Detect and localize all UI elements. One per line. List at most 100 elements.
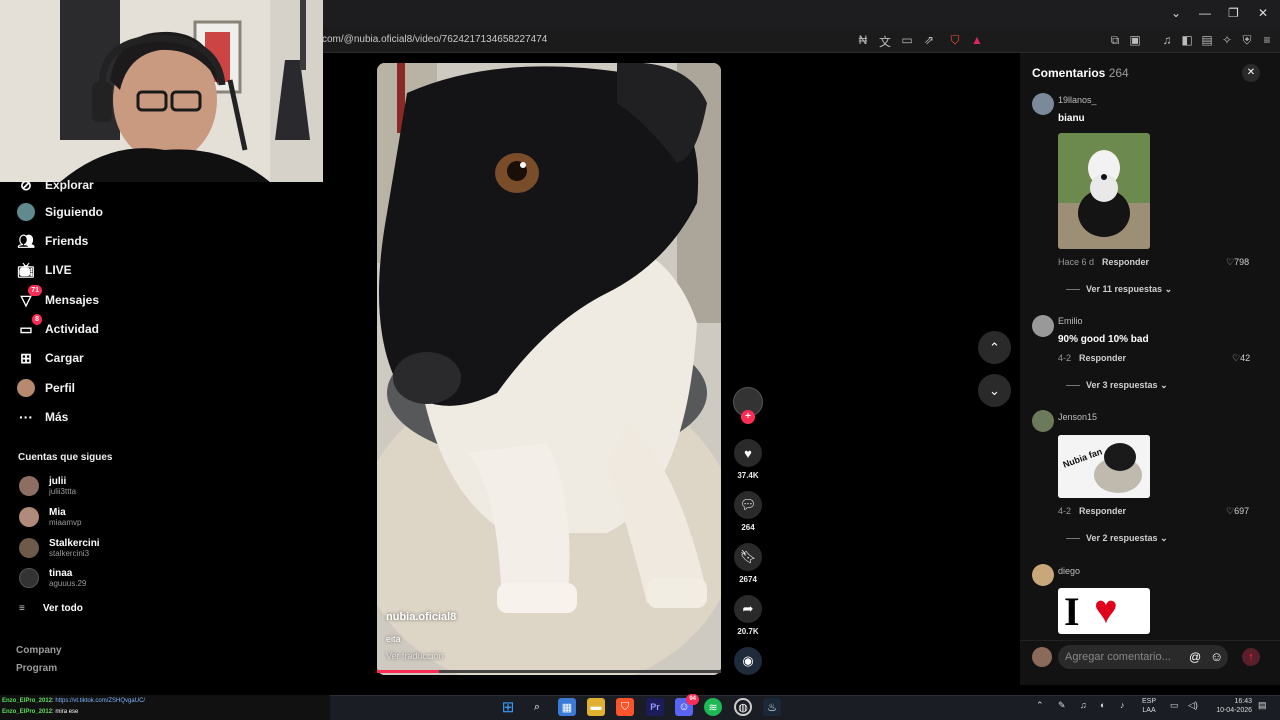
mention-icon[interactable]: @ — [1189, 650, 1201, 664]
extensions-icon[interactable]: ⧉ — [1108, 33, 1122, 48]
url-text[interactable]: com/@nubia.oficial8/video/76242171346582… — [322, 34, 547, 45]
view-replies-button[interactable]: Ver 3 respuestas ⌄ — [1066, 380, 1168, 391]
view-replies-button[interactable]: Ver 2 respuestas ⌄ — [1066, 533, 1168, 544]
footer-link-program[interactable]: Program — [16, 663, 57, 674]
sidebar-item-live[interactable]: 📺︎ LIVE — [17, 261, 72, 279]
sidebar-item-label: Perfil — [45, 381, 76, 395]
screenshot-icon[interactable]: ▣ — [1128, 33, 1142, 47]
notifications-icon[interactable]: ▤ — [1258, 700, 1267, 711]
comment-like-button[interactable]: ♡798 — [1226, 257, 1249, 268]
steam-tray-icon[interactable]: ◐ — [1100, 700, 1105, 710]
brave-rewards-icon[interactable]: ▲ — [970, 33, 984, 47]
avatar[interactable] — [1032, 410, 1054, 432]
wallet-icon[interactable]: ▤ — [1200, 33, 1214, 47]
sidebar-item-siguiendo[interactable]: Siguiendo — [17, 203, 103, 221]
sidebar-item-cargar[interactable]: ⊞ Cargar — [17, 349, 84, 367]
author-avatar-button[interactable]: + — [733, 387, 763, 424]
sidebar-item-explorar[interactable]: ⊘ Explorar — [17, 176, 94, 194]
sidebar-item-actividad[interactable]: ▭ 8 Actividad — [17, 314, 100, 338]
close-comments-button[interactable]: ✕ — [1242, 64, 1260, 82]
translate-link[interactable]: Ver traducción — [386, 651, 444, 661]
comment-image[interactable] — [1058, 133, 1150, 249]
steam-icon[interactable]: ♨ — [763, 698, 781, 716]
translate-icon[interactable]: 文 — [878, 33, 892, 50]
vpn-icon[interactable]: ⛨ — [1240, 33, 1254, 48]
reply-button[interactable]: Responder — [1102, 257, 1149, 267]
chat-message: Enzo_ElPro_2012: https://vt.tiktok.com/Z… — [2, 698, 146, 704]
avatar[interactable] — [1032, 564, 1054, 586]
chat-user: Enzo_ElPro_2012 — [2, 709, 53, 715]
see-all-link[interactable]: ≡ Ver todo — [19, 603, 83, 614]
sidebar-item-mas[interactable]: ··· Más — [17, 408, 68, 426]
video-author[interactable]: nubia.oficial8 — [386, 611, 456, 623]
search-icon[interactable]: ⌕ — [528, 698, 546, 716]
sound-disc-button[interactable]: ◉ — [734, 647, 762, 675]
follow-plus-icon[interactable]: + — [741, 410, 755, 424]
reply-button[interactable]: Responder — [1079, 353, 1126, 363]
cast-icon[interactable]: ▭ — [900, 33, 914, 47]
save-button[interactable]: 🔖︎ 2674 — [734, 543, 762, 584]
following-account[interactable]: Stalkercini stalkercini3 — [19, 538, 100, 558]
following-account[interactable]: tinaa aguuus.29 — [19, 568, 86, 588]
close-window-button[interactable]: ✕ — [1258, 6, 1268, 20]
sidebar-icon[interactable]: ◧ — [1180, 33, 1194, 47]
sidebar-item-mensajes[interactable]: ▽ 71 Mensajes — [17, 285, 99, 309]
following-account[interactable]: Mia miaamvp — [19, 507, 81, 527]
avatar[interactable] — [1032, 93, 1054, 115]
send-comment-button[interactable]: ↑ — [1242, 648, 1260, 666]
brave-browser-icon[interactable]: ⛉ — [616, 698, 634, 716]
clock[interactable]: 16:43 10-04-2026 — [1208, 697, 1252, 715]
obs-icon[interactable]: ◍ — [734, 698, 752, 716]
premiere-icon[interactable]: Pr — [646, 698, 664, 716]
menu-icon[interactable]: ≡ — [1260, 33, 1274, 47]
video-player[interactable] — [377, 63, 721, 675]
view-replies-button[interactable]: Ver 11 respuestas ⌄ — [1066, 284, 1172, 295]
widgets-icon[interactable]: ▦ — [558, 698, 576, 716]
windows-start-icon[interactable]: ⊞ — [499, 698, 517, 716]
comment-like-button[interactable]: ♡42 — [1232, 353, 1250, 364]
network-icon[interactable]: ▭ — [1170, 700, 1179, 711]
like-button[interactable]: ♥ 37.4K — [734, 439, 762, 480]
sidebar-item-friends[interactable]: 👥︎ Friends — [17, 232, 88, 250]
microphone-icon[interactable]: ♪ — [1120, 700, 1125, 710]
pen-icon[interactable]: ✎ — [1058, 700, 1066, 711]
comment-time: 4-2 — [1058, 353, 1072, 363]
sidebar-item-label: Actividad — [45, 322, 100, 336]
minimize-button[interactable]: — — [1199, 6, 1211, 20]
following-account[interactable]: julii julii3ttta — [19, 476, 76, 496]
avatar[interactable] — [1032, 315, 1054, 337]
discord-icon[interactable]: ☺ 94 — [675, 694, 699, 716]
spotify-icon[interactable]: ≋ — [704, 698, 722, 716]
volume-icon[interactable]: ◁) — [1188, 700, 1198, 711]
comment-sticker[interactable]: I ♥ — [1058, 588, 1150, 634]
comment-username[interactable]: diego — [1058, 566, 1080, 576]
comment-username[interactable]: 19llanos_ — [1058, 95, 1097, 105]
brave-shield-icon[interactable]: ⛉ — [948, 33, 962, 48]
heart-outline-icon: ♡ — [1232, 353, 1241, 363]
next-video-button[interactable]: ⌄ — [978, 374, 1011, 407]
chevron-down-icon[interactable]: ⌄ — [1171, 6, 1181, 20]
sidebar-item-perfil[interactable]: Perfil — [17, 379, 75, 397]
media-icon[interactable]: ♫ — [1160, 33, 1174, 47]
leo-ai-icon[interactable]: ✧ — [1220, 33, 1234, 47]
reply-button[interactable]: Responder — [1079, 506, 1126, 516]
share-icon[interactable]: ⇗ — [922, 33, 936, 47]
reader-icon[interactable]: ₦ — [856, 33, 870, 47]
file-explorer-icon[interactable]: ▬ — [587, 698, 605, 716]
headset-icon[interactable]: ♫ — [1080, 700, 1087, 710]
account-handle: stalkercini3 — [49, 549, 90, 558]
comment-input[interactable]: Agregar comentario... — [1058, 645, 1228, 669]
comment-button[interactable]: 💬︎ 264 — [734, 491, 762, 532]
previous-video-button[interactable]: ⌃ — [978, 331, 1011, 364]
maximize-button[interactable]: ❐ — [1228, 6, 1239, 20]
emoji-icon[interactable]: ☺ — [1210, 649, 1223, 664]
comments-count: 264 — [1108, 66, 1129, 80]
chevron-up-icon[interactable]: ⌃ — [1036, 700, 1044, 711]
comment-username[interactable]: Emilio — [1058, 316, 1083, 326]
comment-username[interactable]: Jenson15 — [1058, 412, 1097, 422]
comment-sticker[interactable]: Nubia fan — [1058, 435, 1150, 498]
footer-link-company[interactable]: Company — [16, 645, 62, 656]
share-button[interactable]: ➦ 20.7K — [734, 595, 762, 636]
language-indicator[interactable]: ESP LAA — [1142, 697, 1156, 715]
comment-like-button[interactable]: ♡697 — [1226, 506, 1249, 517]
